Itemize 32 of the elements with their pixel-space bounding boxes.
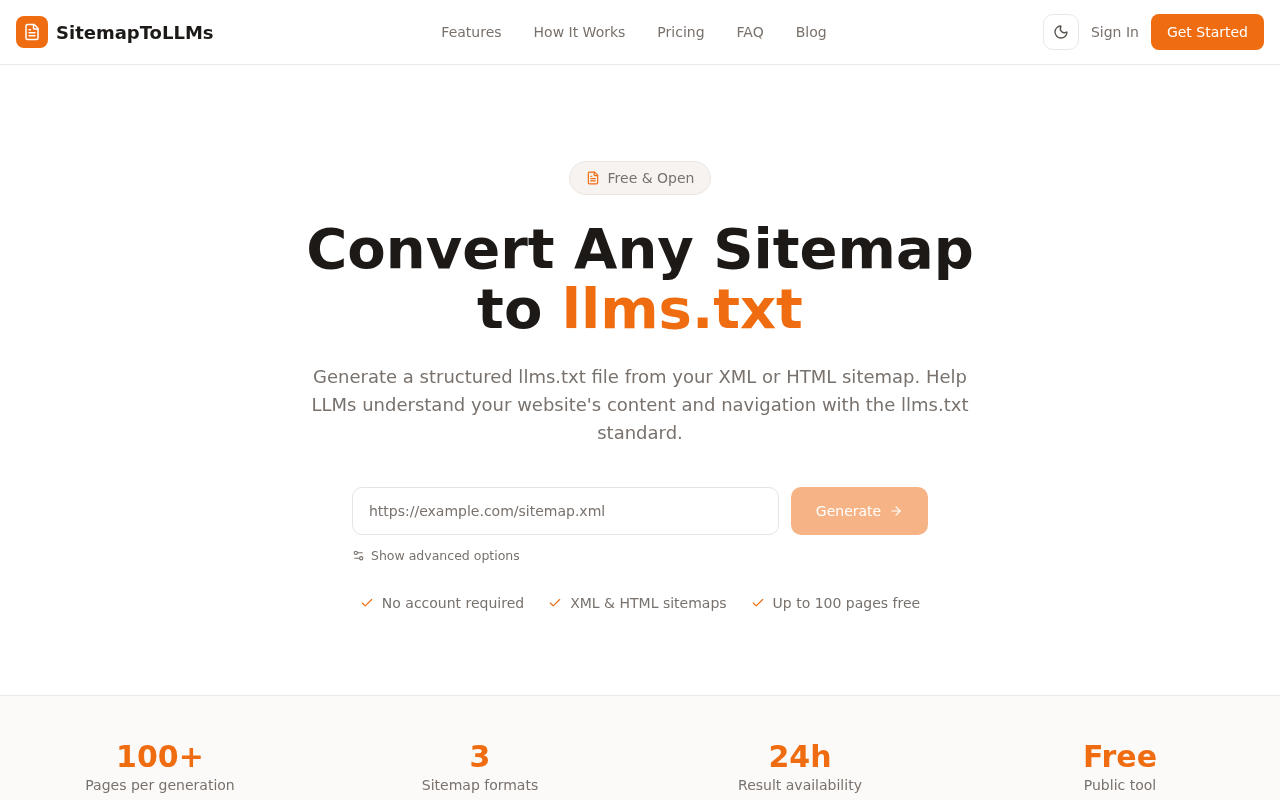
- stat-label: Public tool: [1083, 777, 1157, 794]
- feature-text: XML & HTML sitemaps: [570, 595, 727, 611]
- nav-link[interactable]: Pricing: [657, 24, 705, 40]
- stat-value: Free: [1082, 739, 1158, 775]
- nav-link[interactable]: How It Works: [533, 24, 626, 40]
- hero-subtitle: Generate a structured llms.txt file from your XML or HTML sitemap. Help LLMs understand your website's content and navigation with the llms.txt standard.: [310, 365, 970, 445]
- stat-value: 3: [469, 739, 491, 775]
- nav-link[interactable]: FAQ: [736, 24, 764, 40]
- nav-link[interactable]: Features: [441, 24, 502, 40]
- sign-in-button[interactable]: Sign In: [1090, 24, 1139, 40]
- advanced-options-button[interactable]: Show advanced options: [352, 548, 520, 563]
- stat-label: Result availability: [738, 777, 862, 794]
- theme-toggle-button[interactable]: [1042, 14, 1079, 50]
- check-icon: [750, 596, 765, 610]
- badge-text: Free & Open: [607, 170, 695, 186]
- stat-label: Pages per generation: [85, 777, 235, 794]
- document-logo-icon: [16, 16, 48, 48]
- stat-label: Sitemap formats: [421, 777, 539, 794]
- feature-text: No account required: [381, 595, 525, 611]
- hero-title: Convert Any Sitemap to llms.txt: [305, 219, 975, 339]
- stat-value: 24h: [768, 739, 832, 775]
- sliders-icon: [352, 549, 365, 562]
- document-icon: [585, 171, 600, 185]
- brand-name: SitemapToLLMs: [56, 21, 214, 43]
- check-icon: [548, 596, 563, 610]
- stat-value: 100+: [116, 739, 204, 775]
- nav-link[interactable]: Blog: [795, 24, 827, 40]
- arrow-right-icon: [889, 504, 904, 518]
- feature-text: Up to 100 pages free: [772, 595, 921, 611]
- get-started-button[interactable]: Get Started: [1150, 14, 1264, 50]
- moon-icon: [1052, 24, 1069, 40]
- check-icon: [359, 596, 374, 610]
